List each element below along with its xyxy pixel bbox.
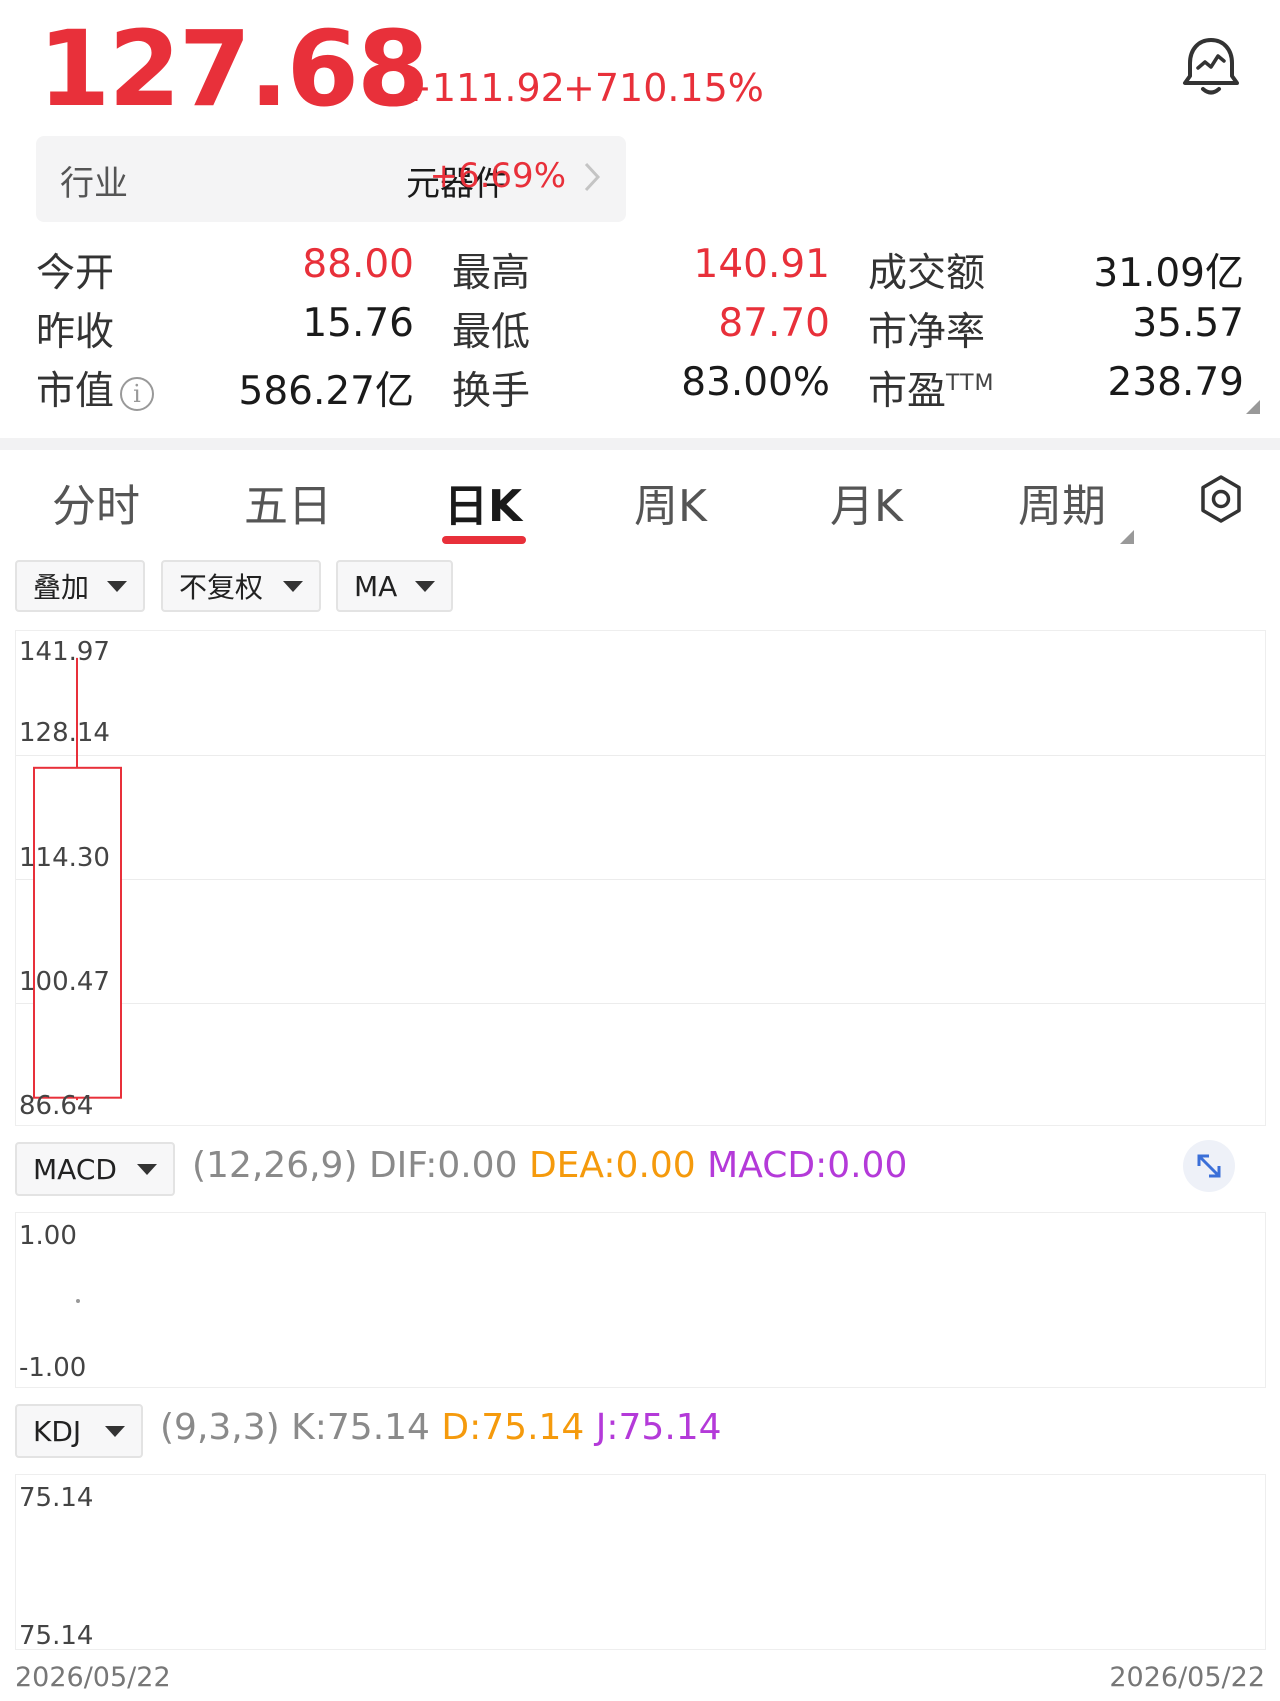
ma-dropdown-label: MA [354, 569, 398, 603]
stat-label-high: 最高 [452, 251, 531, 296]
kline-y-label: 86.64 [19, 1091, 94, 1121]
kdj-params: (9,3,3) [160, 1407, 280, 1448]
current-price: 127.68 [38, 8, 429, 130]
stat-value-amount: 31.09亿 [1093, 251, 1244, 296]
macd-legend: (12,26,9) DIF:0.00 DEA:0.00 MACD:0.00 [192, 1145, 907, 1186]
price-change-percent: +710.15% [563, 66, 764, 110]
active-tab-indicator [442, 536, 526, 544]
macd-dea: DEA:0.00 [528, 1145, 696, 1186]
kdj-y-label: 75.14 [19, 1483, 94, 1513]
stat-value-low: 87.70 [718, 301, 830, 346]
x-axis-end-date: 2026/05/22 [1109, 1662, 1265, 1693]
stat-label-market-cap: 市值 i [36, 360, 155, 416]
ttm-superscript: TTM [946, 371, 995, 396]
expand-stats-corner-icon[interactable] [1246, 400, 1260, 414]
section-divider [0, 438, 1280, 450]
expand-icon[interactable] [1183, 1140, 1235, 1192]
kdj-legend: (9,3,3) K:75.14 D:75.14 J:75.14 [160, 1407, 722, 1448]
stat-value-turnover: 83.00% [681, 360, 830, 405]
stat-value-market-cap: 586.27亿 [238, 369, 414, 414]
caret-down-icon [415, 580, 435, 592]
kdj-chart[interactable]: 75.14 75.14 [15, 1474, 1266, 1651]
macd-value: MACD:0.00 [707, 1145, 908, 1186]
stat-value-pb: 35.57 [1132, 301, 1244, 346]
tab-period[interactable]: 周期 [1018, 470, 1106, 534]
stat-label-turnover: 换手 [452, 369, 531, 414]
kdj-j: J:75.14 [595, 1407, 722, 1448]
kdj-dropdown[interactable]: KDJ [15, 1404, 143, 1458]
ma-dropdown[interactable]: MA [336, 560, 453, 612]
price-change: +111.92 [400, 66, 565, 110]
stat-label-market-cap-text: 市值 [36, 369, 115, 414]
macd-dif: DIF:0.00 [368, 1145, 518, 1186]
kdj-k: K:75.14 [291, 1407, 430, 1448]
overlay-dropdown[interactable]: 叠加 [15, 560, 145, 612]
macd-dropdown-label: MACD [33, 1152, 117, 1186]
macd-y-label: 1.00 [19, 1221, 77, 1251]
macd-chart[interactable]: 1.00 -1.00 [15, 1212, 1266, 1388]
caret-down-icon [283, 580, 303, 592]
macd-dropdown[interactable]: MACD [15, 1142, 175, 1196]
stat-value-prev-close: 15.76 [302, 301, 414, 346]
kline-y-label: 141.97 [19, 637, 110, 667]
kline-svg [33, 657, 122, 1101]
stat-value-high: 140.91 [693, 242, 830, 287]
stat-label-amount: 成交额 [868, 251, 986, 296]
industry-change: +6.69% [429, 156, 567, 196]
stat-label-low: 最低 [452, 310, 531, 355]
adjust-dropdown[interactable]: 不复权 [161, 560, 321, 612]
industry-label: 行业 [60, 164, 128, 204]
chart-settings-gear-icon[interactable] [1198, 474, 1244, 524]
stat-label-pb: 市净率 [868, 310, 986, 355]
adjust-dropdown-label: 不复权 [179, 571, 264, 604]
tab-intraday[interactable]: 分时 [52, 470, 140, 534]
price-alert-bell-icon[interactable] [1180, 36, 1242, 100]
tab-daily-k[interactable]: 日K [444, 470, 522, 534]
overlay-dropdown-label: 叠加 [33, 571, 90, 604]
caret-down-icon [107, 580, 127, 592]
macd-point [76, 1299, 80, 1303]
chevron-right-icon [580, 160, 604, 194]
kline-y-label: 100.47 [19, 967, 110, 997]
tab-weekly-k[interactable]: 周K [634, 470, 707, 534]
macd-y-label: -1.00 [19, 1353, 87, 1383]
x-axis-start-date: 2026/05/22 [15, 1662, 171, 1693]
period-dropdown-corner-icon [1120, 530, 1134, 544]
caret-down-icon [137, 1163, 157, 1175]
tab-five-day[interactable]: 五日 [244, 470, 332, 534]
kdj-dropdown-label: KDJ [33, 1414, 82, 1448]
kline-y-label: 128.14 [19, 718, 110, 748]
kdj-d: D:75.14 [441, 1407, 585, 1448]
kdj-y-label: 75.14 [19, 1621, 94, 1651]
tab-monthly-k[interactable]: 月K [830, 470, 903, 534]
info-icon[interactable]: i [120, 376, 155, 411]
stat-label-open: 今开 [36, 251, 115, 296]
candle-body [33, 766, 122, 1099]
industry-row[interactable]: 行业 元器件 +6.69% [36, 136, 626, 222]
kline-chart[interactable]: 141.97 128.14 114.30 100.47 86.64 [15, 630, 1266, 1126]
kline-y-label: 114.30 [19, 843, 110, 873]
stat-label-pe: 市盈TTM [868, 360, 995, 416]
stat-value-pe: 238.79 [1107, 360, 1244, 405]
caret-down-icon [105, 1425, 125, 1437]
stat-label-prev-close: 昨收 [36, 310, 115, 355]
stat-label-pe-text: 市盈 [868, 369, 947, 414]
stat-value-open: 88.00 [302, 242, 414, 287]
macd-params: (12,26,9) [192, 1145, 358, 1186]
